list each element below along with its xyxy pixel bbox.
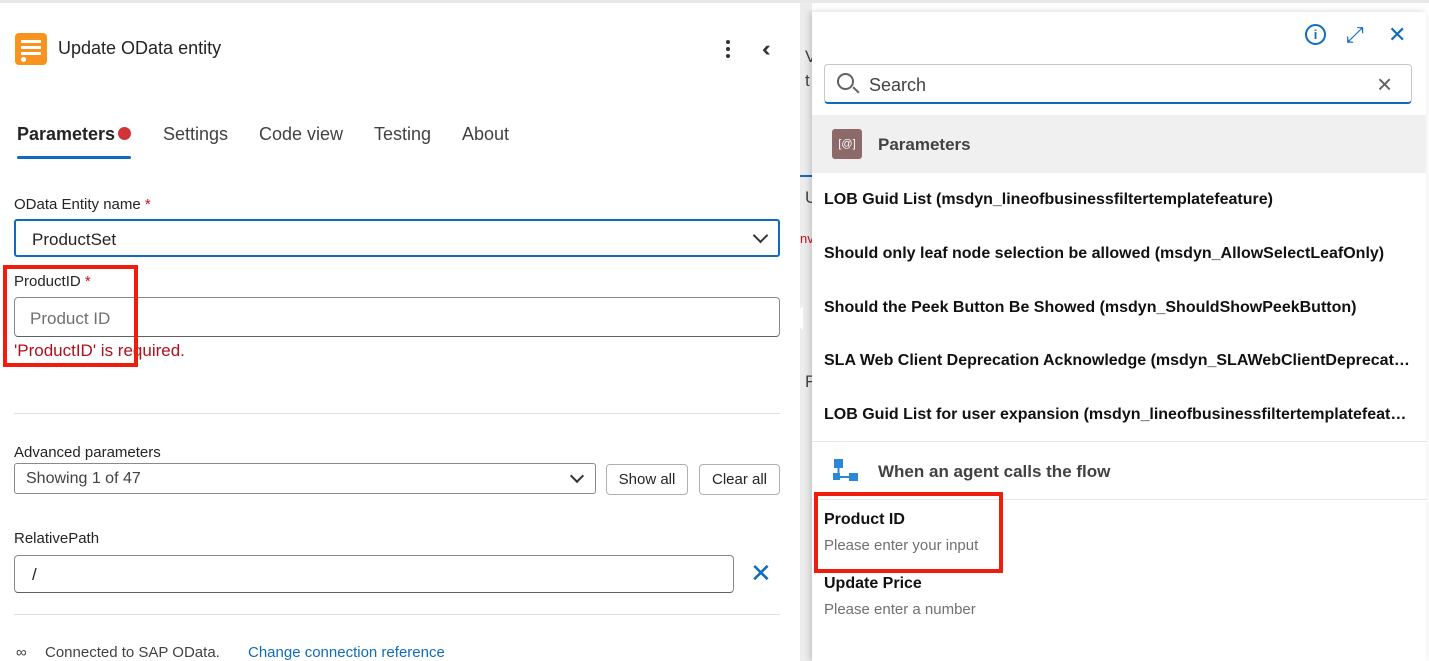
show-all-button[interactable]: Show all (606, 464, 688, 495)
tab-parameters[interactable]: Parameters (17, 124, 115, 145)
tab-testing[interactable]: Testing (374, 124, 431, 145)
flyout-pointer (791, 306, 803, 330)
change-connection-link[interactable]: Change connection reference (248, 644, 445, 661)
sliver-accent (800, 175, 812, 177)
relative-path-value: / (32, 565, 37, 584)
connection-status: Connected to SAP OData. (45, 644, 220, 661)
odata-action-icon (15, 33, 47, 65)
clear-search-icon[interactable]: × (1377, 69, 1392, 100)
trigger-section-title: When an agent calls the flow (878, 462, 1111, 481)
parameters-section-title: Parameters (878, 135, 971, 154)
tab-settings[interactable]: Settings (163, 124, 228, 145)
search-icon (837, 73, 854, 90)
tab-code-view[interactable]: Code view (259, 124, 343, 145)
action-title: Update OData entity (58, 38, 222, 58)
agent-trigger-icon (833, 459, 858, 481)
sliver-text: V (805, 47, 812, 66)
divider (14, 614, 780, 615)
advanced-parameters-label: Advanced parameters (14, 444, 161, 461)
trigger-item-title[interactable]: Update Price (824, 575, 922, 593)
parameters-section-header[interactable]: [@] Parameters (812, 115, 1426, 173)
list-item[interactable]: SLA Web Client Deprecation Acknowledge (… (824, 352, 1414, 370)
list-item[interactable]: LOB Guid List for user expansion (msdyn_… (824, 406, 1414, 424)
list-item[interactable]: Should only leaf node selection be allow… (824, 245, 1414, 263)
divider (14, 413, 780, 414)
search-input[interactable]: Search × (824, 64, 1412, 104)
sliver-text: t (805, 71, 810, 90)
collapse-panel-icon[interactable]: ‹‹ (762, 36, 770, 62)
advanced-parameters-select[interactable]: Showing 1 of 47 (14, 463, 596, 494)
list-item[interactable]: LOB Guid List (msdyn_lineofbusinessfilte… (824, 191, 1414, 209)
relative-path-label: RelativePath (14, 530, 100, 547)
entity-name-label: OData Entity name * (14, 196, 151, 213)
relative-path-input[interactable]: / (14, 555, 734, 593)
active-tab-underline (17, 156, 131, 159)
highlight-box-productid (3, 265, 138, 367)
error-indicator-icon (118, 127, 131, 140)
sliver-text: nv (800, 231, 812, 246)
tab-about[interactable]: About (462, 124, 509, 145)
advanced-parameters-value: Showing 1 of 47 (26, 470, 141, 487)
clear-all-button[interactable]: Clear all (699, 464, 780, 495)
background-panel-sliver: V t U nv R (800, 3, 812, 661)
sliver-text: U (805, 188, 812, 207)
close-icon[interactable]: ✕ (1388, 24, 1406, 46)
expand-icon[interactable]: ⤢ (1346, 24, 1364, 46)
parameters-icon: [@] (832, 129, 862, 159)
info-icon[interactable]: i (1305, 24, 1326, 45)
entity-name-value: ProductSet (32, 230, 117, 249)
highlight-box-product-id-token (814, 492, 1003, 573)
clear-field-icon[interactable]: ✕ (750, 560, 772, 586)
more-options-icon[interactable] (718, 36, 738, 62)
entity-name-select[interactable]: ProductSet (14, 219, 780, 257)
chevron-down-icon (752, 227, 769, 244)
sliver-text: R (805, 372, 812, 391)
chevron-down-icon (569, 468, 585, 484)
list-item[interactable]: Should the Peek Button Be Showed (msdyn_… (824, 299, 1414, 317)
trigger-item-subtitle: Please enter a number (824, 601, 976, 618)
connection-link-icon: ∞ (16, 644, 27, 661)
search-placeholder: Search (869, 75, 927, 95)
